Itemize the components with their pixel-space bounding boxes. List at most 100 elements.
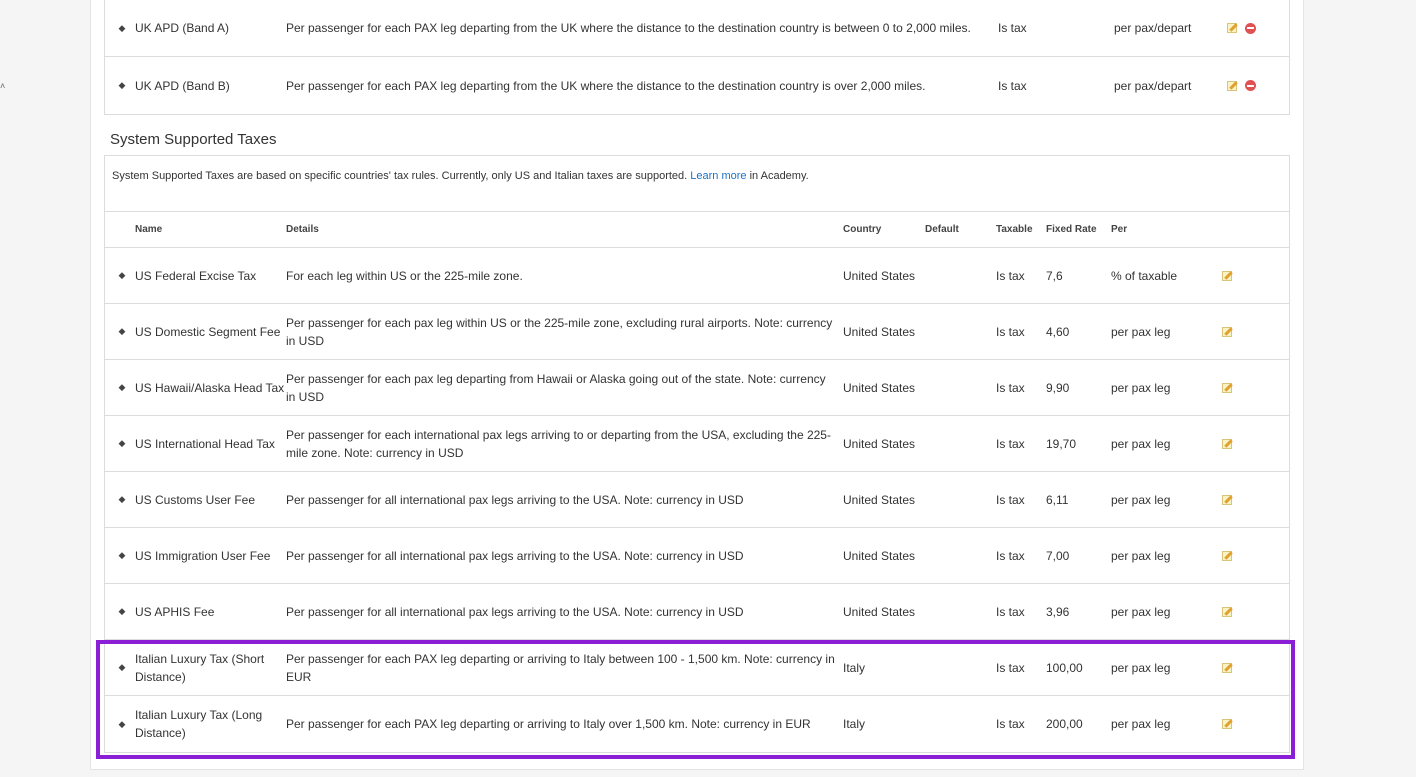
info-text-start: System Supported Taxes are based on spec… xyxy=(112,170,691,182)
tax-taxable: Is tax xyxy=(996,380,1025,395)
sort-handle-icon[interactable]: ◆ xyxy=(105,550,135,561)
tax-details: Per passenger for each PAX leg departing… xyxy=(286,21,971,35)
sort-handle-icon[interactable]: ◆ xyxy=(105,494,135,505)
custom-taxes-table: ◆ UK APD (Band A) Per passenger for each… xyxy=(104,0,1290,115)
table-row: ◆ US Hawaii/Alaska Head Tax Per passenge… xyxy=(105,360,1289,416)
tax-fixed-rate: 6,11 xyxy=(1046,492,1069,507)
tax-details: Per passenger for each pax leg departing… xyxy=(286,371,826,404)
tax-country: United States xyxy=(843,380,916,395)
tax-name: US Federal Excise Tax xyxy=(135,268,257,283)
header-details[interactable]: Details xyxy=(286,221,843,239)
sort-handle-icon[interactable]: ◆ xyxy=(105,326,135,337)
tax-taxable: Is tax xyxy=(996,604,1025,619)
tax-per: per pax/depart xyxy=(1114,21,1192,35)
tax-per: per pax leg xyxy=(1111,548,1171,563)
sort-handle-icon[interactable]: ◆ xyxy=(105,270,135,281)
tax-name: US Immigration User Fee xyxy=(135,548,271,563)
tax-fixed-rate: 19,70 xyxy=(1046,436,1077,451)
edit-icon[interactable] xyxy=(1221,606,1233,618)
tax-fixed-rate: 4,60 xyxy=(1046,324,1070,339)
edit-icon[interactable] xyxy=(1221,382,1233,394)
header-default[interactable]: Default xyxy=(925,224,996,235)
tax-country: United States xyxy=(843,436,916,451)
tax-per: per pax leg xyxy=(1111,604,1171,619)
header-per[interactable]: Per xyxy=(1111,224,1219,235)
table-row: ◆ UK APD (Band A) Per passenger for each… xyxy=(105,0,1289,57)
tax-country: United States xyxy=(843,604,916,619)
table-row: ◆ UK APD (Band B) Per passenger for each… xyxy=(105,57,1289,114)
edit-icon[interactable] xyxy=(1221,550,1233,562)
sort-handle-icon[interactable]: ◆ xyxy=(105,438,135,449)
tax-taxable: Is tax xyxy=(996,660,1025,675)
system-taxes-table: System Supported Taxes are based on spec… xyxy=(104,155,1290,753)
tax-per: per pax leg xyxy=(1111,380,1171,395)
tax-country: Italy xyxy=(843,717,866,731)
tax-name: US Domestic Segment Fee xyxy=(135,324,281,339)
tax-details: Per passenger for each PAX leg departing… xyxy=(286,651,835,684)
header-name[interactable]: Name xyxy=(135,221,286,239)
sort-handle-icon[interactable]: ◆ xyxy=(105,662,135,673)
edit-icon[interactable] xyxy=(1221,438,1233,450)
tax-name: US APHIS Fee xyxy=(135,604,215,619)
edit-icon[interactable] xyxy=(1221,494,1233,506)
sort-handle-icon[interactable]: ◆ xyxy=(105,382,135,393)
edit-icon[interactable] xyxy=(1226,80,1238,92)
table-row: ◆ US International Head Tax Per passenge… xyxy=(105,416,1289,472)
tax-details: Per passenger for each PAX leg departing… xyxy=(286,78,926,93)
tax-per: per pax leg xyxy=(1111,492,1171,507)
tax-name: US International Head Tax xyxy=(135,436,275,451)
tax-name: Italian Luxury Tax (Short Distance) xyxy=(135,651,265,684)
tax-country: United States xyxy=(843,492,916,507)
tax-details: Per passenger for each pax leg within US… xyxy=(286,315,833,348)
table-row: ◆ US Domestic Segment Fee Per passenger … xyxy=(105,304,1289,360)
edit-icon[interactable] xyxy=(1221,662,1233,674)
tax-fixed-rate: 7,6 xyxy=(1046,268,1063,283)
sort-handle-icon[interactable]: ◆ xyxy=(105,606,135,617)
table-row: ◆ US Federal Excise Tax For each leg wit… xyxy=(105,248,1289,304)
content-page: ◆ UK APD (Band A) Per passenger for each… xyxy=(90,0,1304,770)
table-row: ◆ US Customs User Fee Per passenger for … xyxy=(105,472,1289,528)
header-fixed-rate[interactable]: Fixed Rate xyxy=(1046,224,1111,235)
edit-icon[interactable] xyxy=(1221,718,1233,730)
tax-taxable: Is tax xyxy=(996,268,1025,283)
tax-details: Per passenger for all international pax … xyxy=(286,604,744,619)
edit-icon[interactable] xyxy=(1221,326,1233,338)
edit-icon[interactable] xyxy=(1221,270,1233,282)
tax-taxable: Is tax xyxy=(996,717,1025,731)
sort-handle-icon[interactable]: ◆ xyxy=(105,719,135,730)
sort-handle-icon[interactable]: ◆ xyxy=(105,23,135,34)
header-country[interactable]: Country xyxy=(843,221,925,239)
tax-per: per pax leg xyxy=(1111,717,1171,731)
tax-taxable: Is tax xyxy=(996,548,1025,563)
tax-per: % of taxable xyxy=(1111,268,1178,283)
tax-per: per pax leg xyxy=(1111,436,1171,451)
info-text-end: in Academy. xyxy=(746,170,809,182)
tax-fixed-rate: 200,00 xyxy=(1046,717,1083,731)
tax-name: US Customs User Fee xyxy=(135,492,256,507)
tax-taxable: Is tax xyxy=(996,492,1025,507)
learn-more-link[interactable]: Learn more xyxy=(690,170,746,182)
tax-name: UK APD (Band A) xyxy=(135,21,230,35)
collapse-caret-icon[interactable]: ˄ xyxy=(0,81,5,91)
section-title: System Supported Taxes xyxy=(110,131,277,148)
tax-fixed-rate: 3,96 xyxy=(1046,604,1070,619)
tax-per: per pax/depart xyxy=(1114,78,1192,93)
tax-per: per pax leg xyxy=(1111,324,1171,339)
table-row: ◆ Italian Luxury Tax (Short Distance) Pe… xyxy=(105,640,1289,696)
sort-handle-icon[interactable]: ◆ xyxy=(105,80,135,91)
tax-details: Per passenger for all international pax … xyxy=(286,492,744,507)
tax-details: For each leg within US or the 225-mile z… xyxy=(286,268,523,283)
tax-country: United States xyxy=(843,548,916,563)
delete-icon[interactable] xyxy=(1245,22,1256,34)
info-text: System Supported Taxes are based on spec… xyxy=(105,156,1289,212)
tax-fixed-rate: 7,00 xyxy=(1046,548,1070,563)
tax-taxable: Is tax xyxy=(996,436,1025,451)
tax-country: United States xyxy=(843,324,916,339)
edit-icon[interactable] xyxy=(1226,22,1238,34)
tax-details: Per passenger for each international pax… xyxy=(286,427,831,460)
delete-icon[interactable] xyxy=(1245,80,1256,91)
tax-taxable: Is tax xyxy=(998,21,1027,35)
tax-country: United States xyxy=(843,268,916,283)
tax-details: Per passenger for each PAX leg departing… xyxy=(286,717,811,731)
header-taxable[interactable]: Taxable xyxy=(996,224,1046,235)
